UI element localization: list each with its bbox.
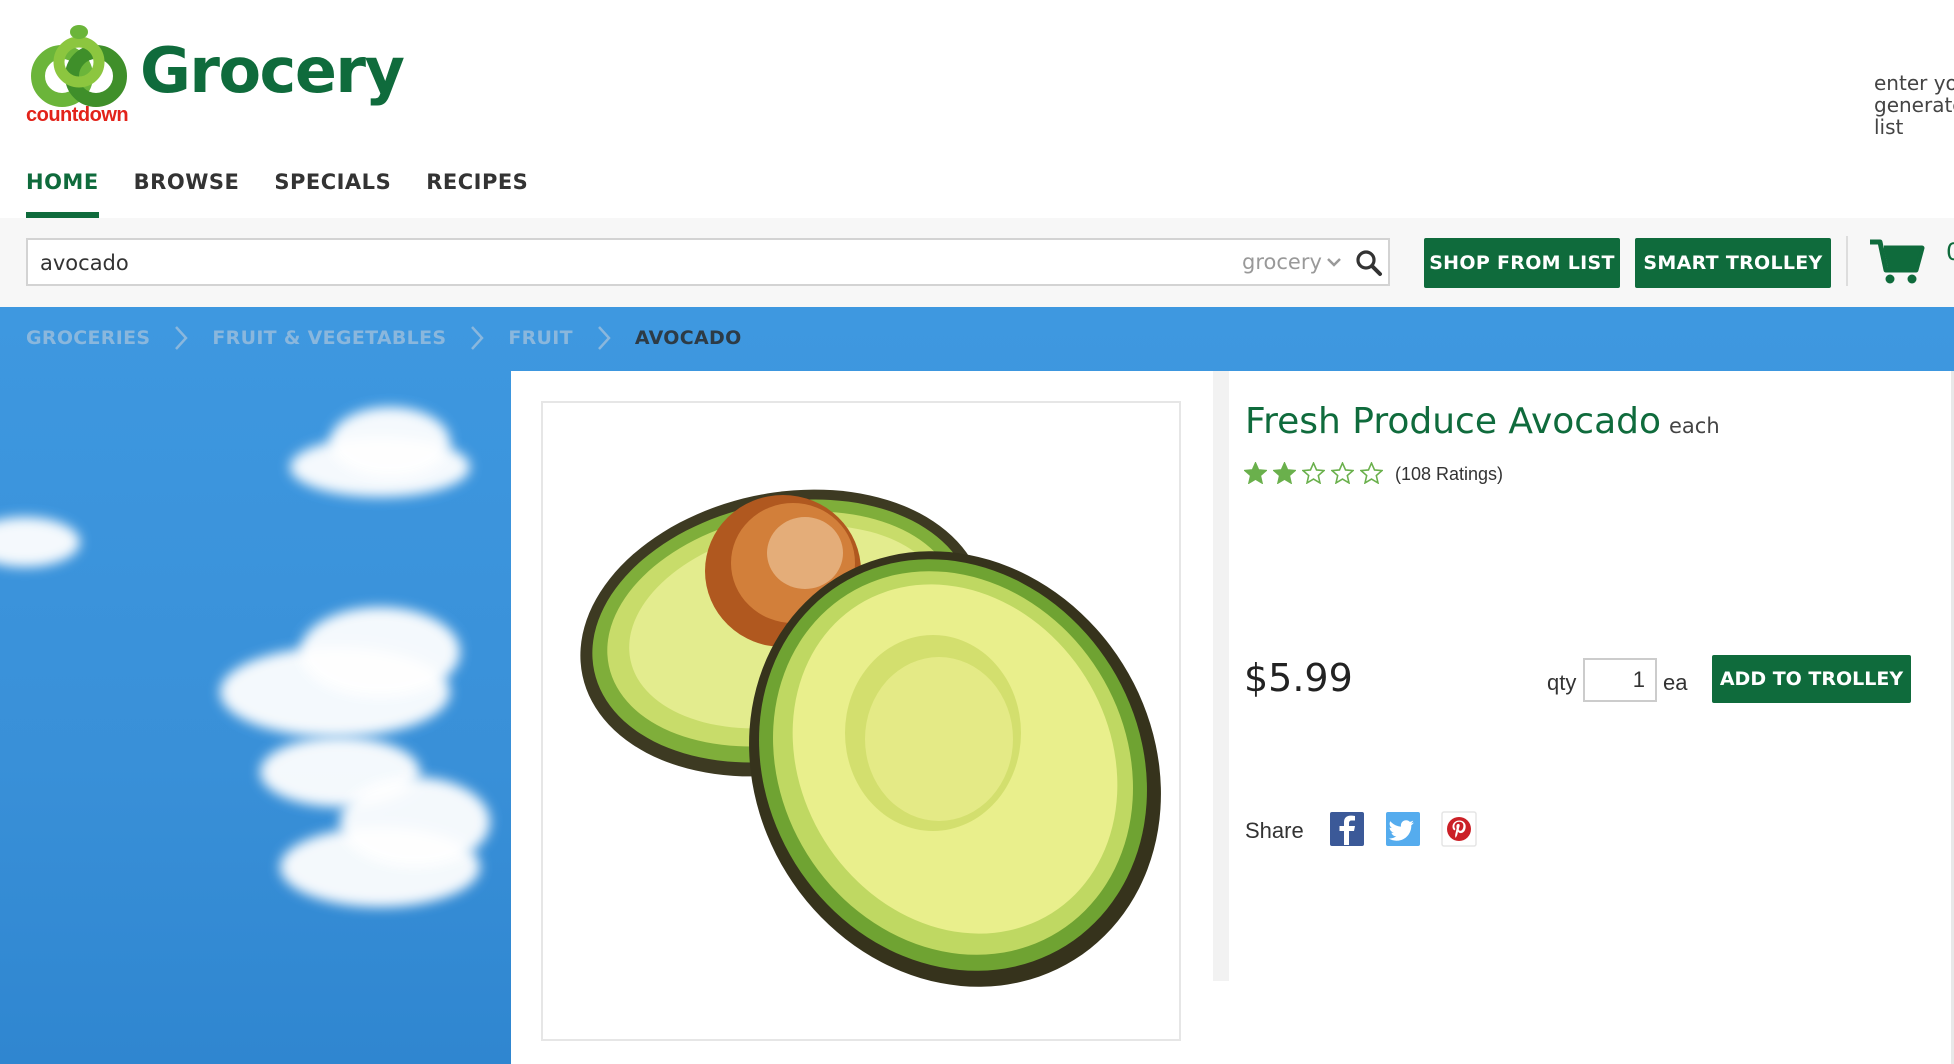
avocado-image	[580, 489, 1161, 987]
product-name: Fresh Produce Avocado	[1245, 401, 1662, 442]
search-scope-label: grocery	[1242, 250, 1322, 274]
promo-text: enter yo generate list	[1874, 72, 1954, 138]
star-empty-icon[interactable]	[1331, 462, 1354, 484]
site-header: countdown Grocery enter yo generate list…	[0, 0, 1954, 218]
logo-wordmark: countdown	[26, 104, 129, 126]
nav-home[interactable]: HOME	[26, 170, 99, 218]
qty-unit-label: ea	[1663, 670, 1688, 695]
add-to-trolley-button[interactable]: ADD TO TROLLEY	[1712, 655, 1911, 703]
twitter-icon[interactable]	[1385, 811, 1421, 847]
chevron-right-icon	[597, 326, 611, 350]
qty-label: qty	[1547, 670, 1577, 695]
nav-browse[interactable]: BROWSE	[134, 170, 240, 218]
chevron-down-icon	[1327, 258, 1341, 267]
pinterest-icon[interactable]	[1441, 811, 1477, 847]
product-panel: Fresh Produce Avocado each (108 Ratings) …	[511, 371, 1954, 1064]
chevron-right-icon	[175, 326, 189, 350]
promo-line: enter yo	[1874, 72, 1954, 95]
search-icon[interactable]	[1354, 248, 1384, 278]
page-title[interactable]: Grocery	[140, 34, 405, 107]
search-bar-section: grocery SHOP FROM LIST SMART TROLLEY 0	[0, 218, 1954, 307]
shop-from-list-button[interactable]: SHOP FROM LIST	[1424, 238, 1620, 288]
search-box: grocery	[26, 238, 1390, 286]
nav-recipes[interactable]: RECIPES	[426, 170, 528, 218]
toolbar-divider	[1846, 236, 1848, 286]
facebook-icon[interactable]	[1329, 811, 1365, 847]
product-unit: each	[1669, 414, 1720, 438]
star-empty-icon[interactable]	[1302, 462, 1325, 484]
ratings-count[interactable]: (108 Ratings)	[1395, 464, 1503, 485]
star-filled-icon[interactable]	[1244, 462, 1267, 484]
cart-count: 0	[1946, 238, 1954, 266]
smart-trolley-button[interactable]: SMART TROLLEY	[1635, 238, 1831, 288]
breadcrumb-fruit[interactable]: FRUIT	[508, 327, 573, 349]
search-scope-dropdown[interactable]: grocery	[1242, 250, 1342, 274]
main-nav: HOME BROWSE SPECIALS RECIPES	[26, 170, 528, 218]
star-rating[interactable]	[1244, 462, 1383, 484]
promo-line: generate	[1874, 93, 1954, 117]
panel-divider	[1213, 371, 1229, 981]
search-input[interactable]	[38, 248, 1242, 278]
product-price: $5.99	[1244, 656, 1353, 700]
cart-icon[interactable]	[1868, 236, 1926, 286]
breadcrumb-fruit-vegetables[interactable]: FRUIT & VEGETABLES	[212, 327, 446, 349]
product-title: Fresh Produce Avocado each	[1245, 401, 1720, 442]
promo-line: list	[1874, 115, 1904, 138]
share-label: Share	[1245, 818, 1304, 843]
quantity-input[interactable]	[1583, 658, 1657, 702]
chevron-right-icon	[471, 326, 485, 350]
breadcrumb-current: AVOCADO	[634, 327, 742, 349]
nav-specials[interactable]: SPECIALS	[274, 170, 391, 218]
breadcrumb-groceries[interactable]: GROCERIES	[26, 327, 150, 349]
product-image[interactable]	[541, 401, 1181, 1041]
breadcrumb: GROCERIES FRUIT & VEGETABLES FRUIT AVOCA…	[26, 325, 742, 351]
star-empty-icon[interactable]	[1360, 462, 1383, 484]
star-filled-icon[interactable]	[1273, 462, 1296, 484]
